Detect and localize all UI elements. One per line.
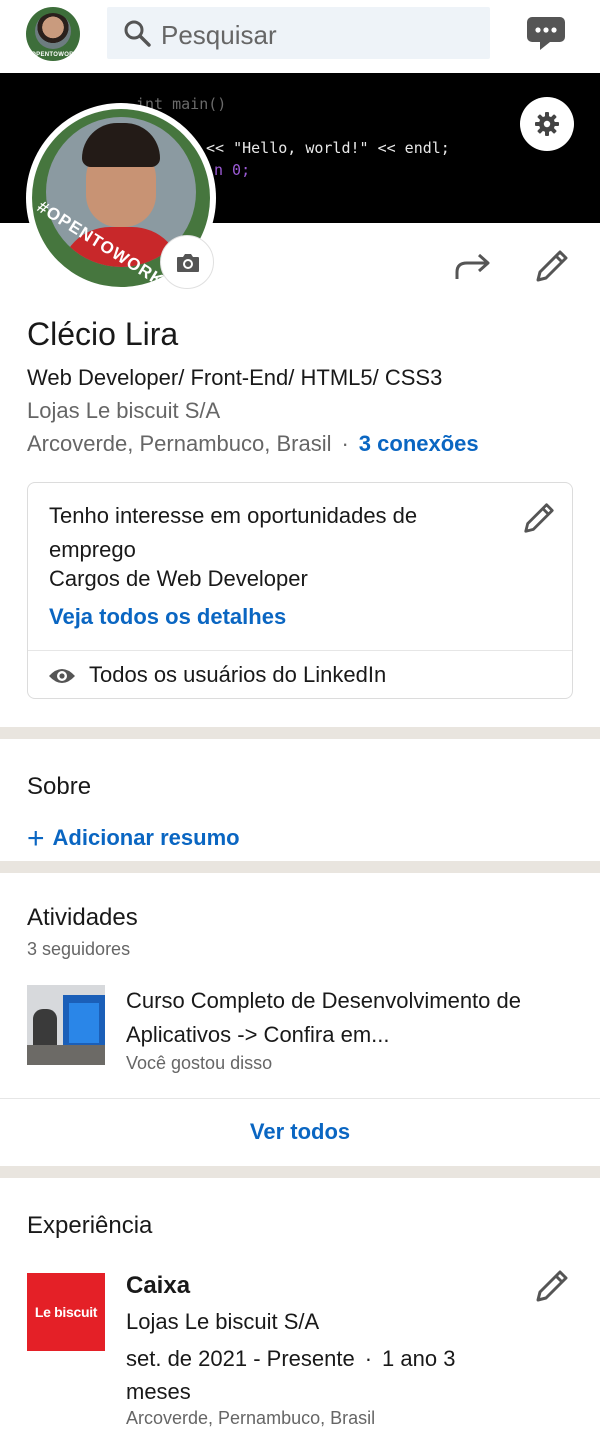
edit-profile-icon[interactable] <box>534 248 570 284</box>
experience-role: Caixa <box>126 1272 191 1299</box>
banner-settings-button[interactable] <box>520 97 574 151</box>
section-divider <box>0 861 600 873</box>
section-divider <box>0 1166 600 1178</box>
profile-location-line: Arcoverde, Pernambuco, Brasil · 3 conexões <box>27 431 479 457</box>
activity-title: Atividades <box>27 904 138 931</box>
plus-icon: + <box>27 822 45 855</box>
activity-thumbnail[interactable] <box>27 985 105 1065</box>
experience-title: Experiência <box>27 1212 153 1239</box>
avatar-badge: #OPENTOWORK <box>27 52 79 58</box>
add-summary-label: Adicionar resumo <box>52 825 240 850</box>
search-icon <box>124 20 151 47</box>
followers-count[interactable]: 3 seguidores <box>27 939 130 960</box>
profile-headline: Web Developer/ Front-End/ HTML5/ CSS3 <box>27 365 443 390</box>
profile-company: Lojas Le biscuit S/A <box>27 398 221 423</box>
share-icon[interactable] <box>454 250 494 282</box>
divider <box>28 650 572 651</box>
experience-company: Lojas Le biscuit S/A <box>126 1309 320 1334</box>
top-bar: #OPENTOWORK Pesquisar <box>0 0 600 73</box>
eye-icon <box>49 669 75 683</box>
edit-open-to-work-icon[interactable] <box>522 501 556 535</box>
avatar-photo <box>35 13 71 49</box>
visibility-text: Todos os usuários do LinkedIn <box>89 662 387 687</box>
gear-icon <box>535 112 559 136</box>
search-input[interactable]: Pesquisar <box>107 7 490 59</box>
add-summary-button[interactable]: + Adicionar resumo <box>27 822 240 856</box>
camera-icon <box>177 254 199 272</box>
banner-code-line: << "Hello, world!" << endl; <box>206 139 450 157</box>
experience-dates: set. de 2021 - Presente · 1 ano 3 meses <box>126 1342 496 1408</box>
open-to-work-title: Tenho interesse em oportunidades de empr… <box>49 503 418 562</box>
separator-dot: · <box>364 1346 373 1371</box>
open-to-work-roles: Cargos de Web Developer <box>49 566 308 591</box>
search-placeholder: Pesquisar <box>161 20 277 50</box>
see-all-activity-button[interactable]: Ver todos <box>0 1119 600 1145</box>
change-photo-button[interactable] <box>160 235 214 289</box>
separator-dot: · <box>341 431 349 456</box>
company-logo[interactable]: Le biscuit <box>27 1273 105 1351</box>
section-divider <box>0 727 600 739</box>
see-details-link[interactable]: Veja todos os detalhes <box>49 604 286 630</box>
profile-location: Arcoverde, Pernambuco, Brasil <box>27 431 332 456</box>
divider <box>0 1098 600 1099</box>
experience-location: Arcoverde, Pernambuco, Brasil <box>126 1408 376 1428</box>
banner-code-line: n 0; <box>214 161 251 179</box>
activity-post-title[interactable]: Curso Completo de Desenvolvimento de Apl… <box>126 984 566 1052</box>
activity-post-meta: Você gostou disso <box>126 1053 273 1073</box>
messages-icon[interactable] <box>526 15 566 51</box>
profile-name: Clécio Lira <box>27 316 179 352</box>
edit-experience-icon[interactable] <box>534 1268 570 1304</box>
experience-date-range: set. de 2021 - Presente <box>126 1346 355 1371</box>
about-title: Sobre <box>27 773 92 800</box>
connections-link[interactable]: 3 conexões <box>359 431 479 456</box>
open-to-work-card: Tenho interesse em oportunidades de empr… <box>27 482 573 699</box>
avatar[interactable]: #OPENTOWORK <box>26 7 80 61</box>
